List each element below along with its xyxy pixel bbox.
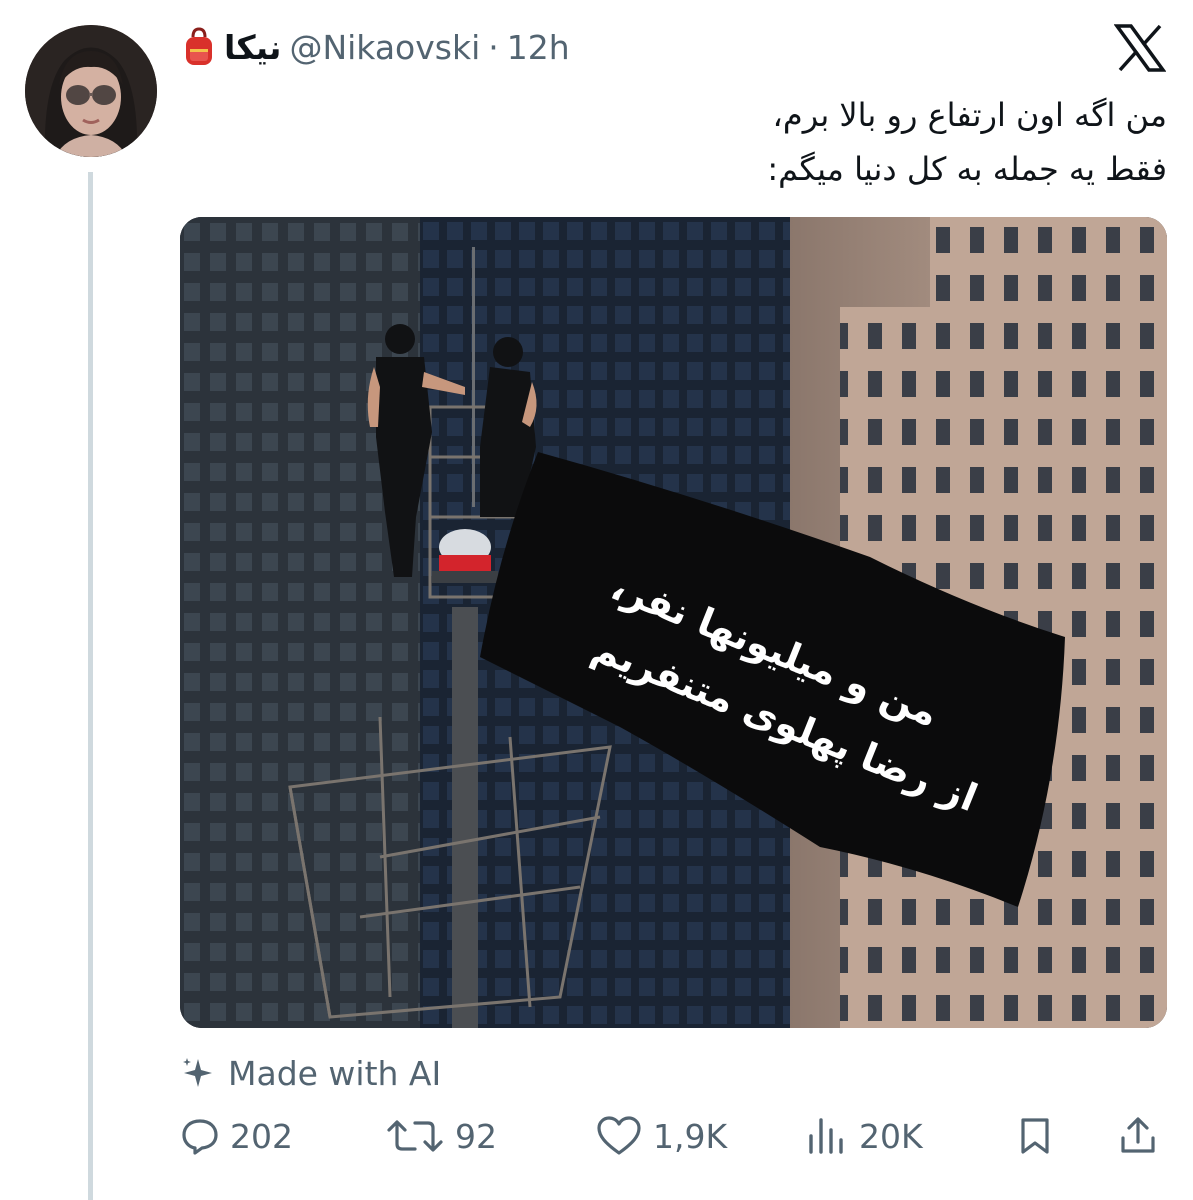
tweet-text: من اگه اون ارتفاع رو بالا برم، فقط یه جم… bbox=[467, 88, 1167, 196]
bookmark-button[interactable] bbox=[1015, 1108, 1055, 1164]
tweet-action-bar: 202 92 1,9K 20K bbox=[180, 1108, 1167, 1164]
header-separator: · bbox=[488, 27, 499, 67]
views-button[interactable]: 20K bbox=[805, 1108, 923, 1164]
avatar-portrait bbox=[25, 25, 157, 157]
x-logo-icon[interactable] bbox=[1113, 24, 1167, 72]
tweet-text-line: فقط یه جمله به کل دنیا میگم: bbox=[767, 150, 1167, 188]
made-with-ai-text: Made with AI bbox=[228, 1053, 442, 1093]
share-button[interactable] bbox=[1118, 1108, 1158, 1164]
reply-count: 202 bbox=[230, 1116, 293, 1156]
reply-icon bbox=[182, 1119, 218, 1155]
views-count: 20K bbox=[859, 1116, 923, 1156]
repost-count: 92 bbox=[455, 1116, 497, 1156]
repost-icon bbox=[387, 1120, 443, 1152]
tweet-time[interactable]: 12h bbox=[507, 28, 570, 67]
thread-line bbox=[88, 172, 93, 1200]
media-photo: من و میلیونها نفر، از رضا پهلوی متنفریم bbox=[180, 217, 1167, 1028]
tweet-header: نیکا @Nikaovski · 12h bbox=[182, 22, 570, 72]
bookmark-icon bbox=[1021, 1118, 1049, 1154]
like-count: 1,9K bbox=[653, 1116, 728, 1156]
author-display-name[interactable]: نیکا bbox=[224, 28, 281, 67]
like-button[interactable]: 1,9K bbox=[595, 1108, 727, 1164]
made-with-ai-label[interactable]: Made with AI bbox=[180, 1050, 441, 1096]
author-handle[interactable]: @Nikaovski bbox=[289, 28, 480, 67]
heart-icon bbox=[597, 1116, 641, 1155]
views-chart-icon bbox=[809, 1118, 843, 1154]
repost-button[interactable]: 92 bbox=[385, 1108, 497, 1164]
share-icon bbox=[1121, 1117, 1155, 1153]
tweet-media-image[interactable]: من و میلیونها نفر، از رضا پهلوی متنفریم bbox=[180, 217, 1167, 1028]
backpack-icon bbox=[182, 27, 216, 67]
sparkle-icon bbox=[183, 1058, 212, 1087]
author-avatar[interactable] bbox=[25, 25, 157, 157]
tweet-text-line: من اگه اون ارتفاع رو بالا برم، bbox=[772, 96, 1167, 134]
reply-button[interactable]: 202 bbox=[180, 1108, 293, 1164]
